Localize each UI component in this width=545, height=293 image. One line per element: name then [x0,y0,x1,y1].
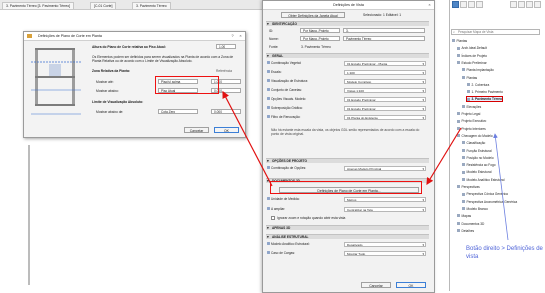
arrow-text-to-nav [493,133,509,241]
arrow-nav-to-dialog [426,127,462,186]
annotation-text: Botão direito > Definições de vista [466,246,543,260]
annotation-arrows [222,90,509,241]
arrow-button-to-cut-dialog [222,90,273,187]
